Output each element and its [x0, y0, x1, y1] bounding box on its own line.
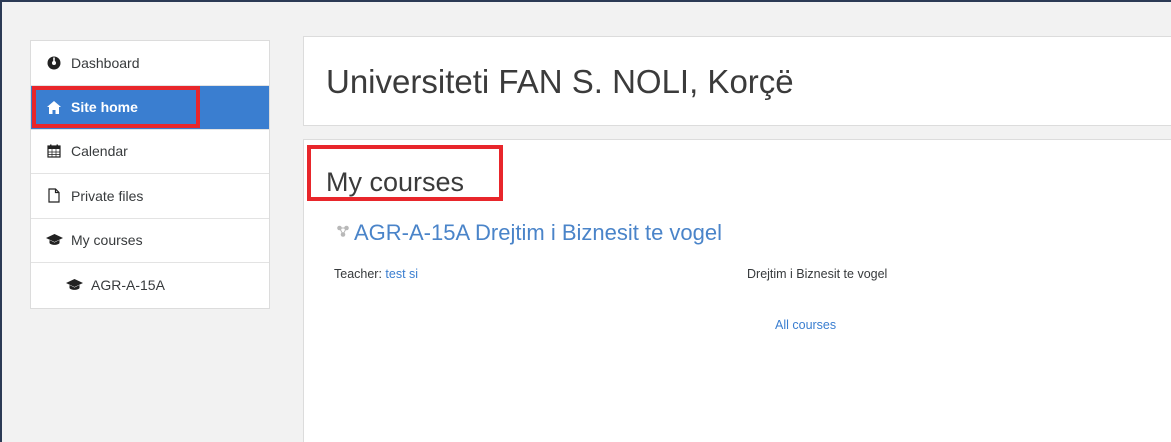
all-courses-link[interactable]: All courses — [775, 318, 836, 332]
sidebar-item-my-courses[interactable]: My courses — [31, 219, 269, 263]
graduation-cap-icon — [45, 232, 63, 248]
page-frame: Dashboard Site home Calendar Private fil… — [0, 0, 1171, 442]
calendar-icon — [45, 143, 63, 159]
dashboard-icon — [45, 55, 63, 71]
file-icon — [45, 188, 63, 204]
sidebar-item-label: AGR-A-15A — [91, 277, 165, 294]
my-courses-heading: My courses — [326, 167, 465, 197]
home-icon — [45, 99, 63, 115]
my-courses-section: My courses — [303, 139, 1171, 442]
sidebar-nav: Dashboard Site home Calendar Private fil… — [30, 40, 270, 309]
sidebar-item-label: Dashboard — [71, 54, 140, 71]
course-teacher: Teacher: test si — [334, 267, 418, 281]
course-title-link[interactable]: AGR-A-15A Drejtim i Biznesit te vogel — [354, 220, 722, 246]
graduation-cap-icon — [65, 277, 83, 293]
sidebar-item-private-files[interactable]: Private files — [31, 174, 269, 219]
sidebar-item-label: Site home — [71, 99, 138, 115]
page-header: Universiteti FAN S. NOLI, Korçë — [303, 36, 1171, 126]
course-item: AGR-A-15A Drejtim i Biznesit te vogel — [336, 220, 722, 246]
sidebar-item-label: Private files — [71, 187, 144, 204]
course-summary: Drejtim i Biznesit te vogel — [747, 267, 888, 281]
course-icon — [336, 224, 350, 243]
sidebar-item-site-home[interactable]: Site home — [31, 85, 269, 130]
sidebar-item-label: My courses — [71, 232, 143, 249]
sidebar-item-course-agr-a-15a[interactable]: AGR-A-15A — [31, 263, 269, 308]
teacher-label: Teacher: — [334, 267, 386, 281]
sidebar-item-calendar[interactable]: Calendar — [31, 130, 269, 174]
sidebar-item-label: Calendar — [71, 143, 128, 160]
page-title: Universiteti FAN S. NOLI, Korçë — [326, 63, 794, 100]
teacher-link[interactable]: test si — [385, 267, 418, 281]
sidebar-item-dashboard[interactable]: Dashboard — [31, 41, 269, 86]
